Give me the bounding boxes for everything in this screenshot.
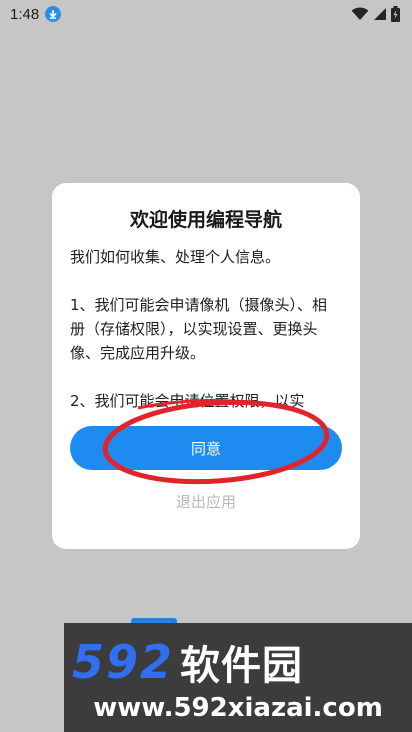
status-icons bbox=[351, 6, 400, 22]
annotation-circle bbox=[102, 398, 330, 485]
signal-icon bbox=[374, 8, 386, 20]
battery-icon bbox=[391, 6, 400, 22]
watermark-url: www.592xiazai.com bbox=[93, 693, 383, 723]
status-bar: 1:48 bbox=[0, 0, 412, 28]
policy-paragraph: 我们如何收集、处理个人信息。 bbox=[70, 248, 281, 266]
watermark-name: 软件园 bbox=[180, 643, 304, 689]
dialog-title: 欢迎使用编程导航 bbox=[129, 209, 282, 231]
watermark-banner: 592 软件园 www.592xiazai.com bbox=[64, 623, 412, 732]
download-icon bbox=[45, 6, 62, 22]
exit-app-button[interactable]: 退出应用 bbox=[52, 491, 360, 512]
dialog-body-scroll[interactable]: 我们如何收集、处理个人信息。 1、我们可能会申请像机（摄像头）、相册（存储权限）… bbox=[70, 245, 342, 409]
status-time: 1:48 bbox=[10, 5, 40, 23]
wifi-icon bbox=[351, 7, 369, 20]
policy-paragraph: 1、我们可能会申请像机（摄像头）、相册（存储权限），以实现设置、更换头像、完成应… bbox=[70, 296, 328, 362]
privacy-dialog: 欢迎使用编程导航 我们如何收集、处理个人信息。 1、我们可能会申请像机（摄像头）… bbox=[52, 183, 360, 549]
watermark-logo: 592 软件园 bbox=[72, 635, 303, 689]
watermark-number: 592 bbox=[72, 635, 175, 689]
